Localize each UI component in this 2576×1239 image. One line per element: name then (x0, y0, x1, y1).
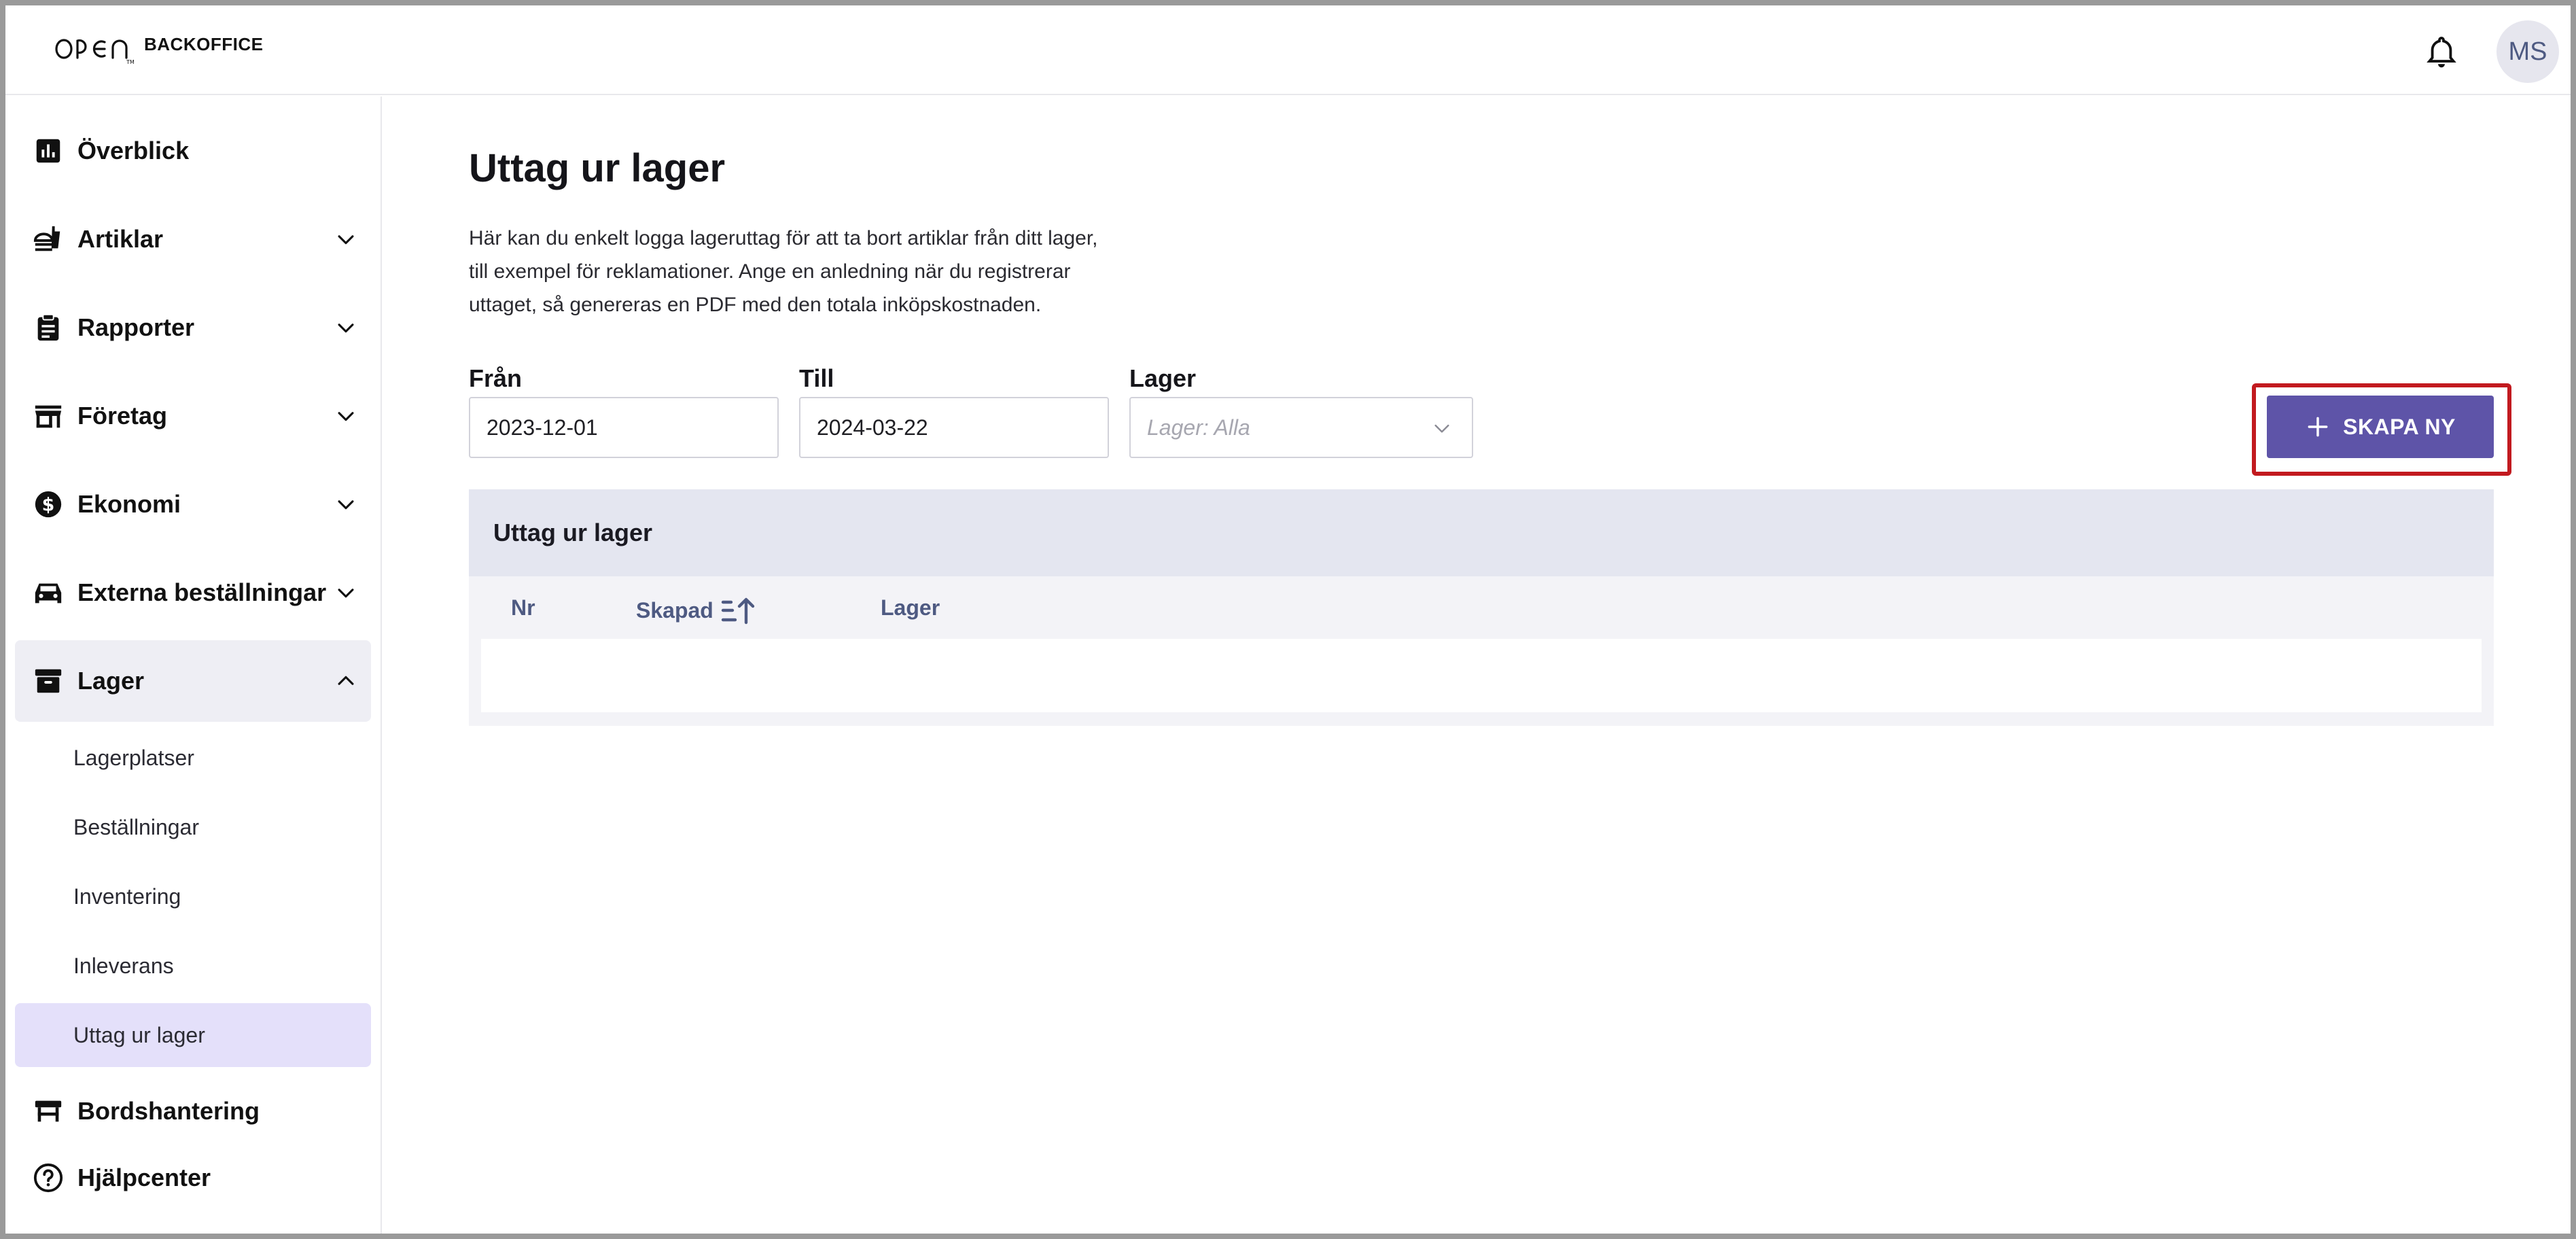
sidebar-item-label: Rapporter (77, 313, 195, 341)
sidebar-item-label: Överblick (77, 137, 190, 164)
table-title-text: Uttag ur lager (493, 519, 653, 546)
open-logo-icon: TM (55, 39, 135, 65)
archive-icon (35, 669, 62, 693)
sidebar-item-externa-bestallningar[interactable]: Externa beställningar (15, 552, 371, 633)
column-header-label: Skapad (636, 597, 713, 623)
dollar-circle-icon: $ (35, 491, 62, 518)
notification-bell-icon[interactable] (2426, 35, 2457, 69)
description-line: till exempel för reklamationer. Ange en … (469, 260, 1071, 283)
sidebar-item-label: Lager (77, 667, 145, 695)
svg-text:$: $ (42, 495, 55, 516)
chevron-down-icon[interactable] (334, 316, 357, 339)
app-window: TM BACKOFFICE MS Överblick Artiklar Rappor… (5, 5, 2571, 1234)
warehouse-label: Lager (1129, 364, 1197, 392)
store-icon (35, 405, 62, 428)
clipboard-icon (37, 313, 59, 341)
car-icon (35, 583, 62, 604)
top-bar: TM BACKOFFICE MS (5, 5, 2571, 95)
create-new-label: SKAPA NY (2343, 414, 2456, 439)
chevron-up-icon[interactable] (334, 669, 357, 693)
logo[interactable]: TM BACKOFFICE (54, 31, 263, 69)
table-icon (35, 1100, 62, 1122)
create-new-button[interactable]: SKAPA NY (2267, 396, 2494, 458)
table-title: Uttag ur lager (469, 489, 2494, 576)
sidebar-subitem-label: Uttag ur lager (73, 1022, 205, 1047)
chevron-down-icon[interactable] (334, 228, 357, 251)
sidebar-item-foretag[interactable]: Företag (15, 375, 371, 457)
logo-text: BACKOFFICE (144, 34, 264, 54)
chevron-down-icon[interactable] (334, 404, 357, 427)
sidebar-item-hjalpcenter[interactable]: Hjälpcenter (15, 1147, 371, 1208)
from-date-input[interactable]: 2023-12-01 (469, 397, 779, 458)
column-header-skapad[interactable]: Skapad (636, 595, 756, 625)
column-header-lager[interactable]: Lager (881, 595, 940, 621)
sidebar-item-label: Ekonomi (77, 490, 181, 518)
to-date-value: 2024-03-22 (817, 415, 928, 440)
fastfood-icon (33, 226, 60, 251)
help-circle-icon (33, 1163, 63, 1193)
description-line: uttaget, så genereras en PDF med den tot… (469, 294, 1042, 316)
description-line: Här kan du enkelt logga lageruttag för a… (469, 227, 1098, 249)
sidebar-subitem-inleverans[interactable]: Inleverans (15, 934, 371, 998)
to-label: Till (799, 364, 834, 392)
from-date-value: 2023-12-01 (487, 415, 598, 440)
sidebar-item-label: Bordshantering (77, 1097, 260, 1125)
withdrawals-table-card: Uttag ur lager Nr Skapad Lager (469, 489, 2494, 726)
column-header-label: Nr (511, 595, 535, 620)
sidebar: Överblick Artiklar Rapporter Företag $ Ekonom… (5, 97, 382, 1234)
sidebar-item-label: Artiklar (77, 225, 164, 253)
sidebar-subitem-bestallningar[interactable]: Beställningar (15, 795, 371, 859)
sidebar-subitem-label: Inventering (73, 884, 181, 909)
column-header-label: Lager (881, 595, 940, 620)
sidebar-subitem-uttag-ur-lager[interactable]: Uttag ur lager (15, 1003, 371, 1067)
svg-text:TM: TM (126, 59, 135, 65)
page-title: Uttag ur lager (469, 146, 726, 190)
sidebar-item-artiklar[interactable]: Artiklar (15, 198, 371, 280)
avatar-initials: MS (2508, 37, 2547, 66)
warehouse-select[interactable]: Lager: Alla (1129, 397, 1473, 458)
sidebar-item-label: Externa beställningar (77, 578, 327, 606)
sidebar-item-ekonomi[interactable]: $ Ekonomi (15, 464, 371, 545)
sort-ascending-icon[interactable] (720, 595, 756, 625)
chevron-down-icon[interactable] (334, 581, 357, 604)
sidebar-item-bordshantering[interactable]: Bordshantering (15, 1081, 371, 1142)
user-avatar[interactable]: MS (2496, 20, 2559, 83)
chevron-down-icon (1434, 424, 1449, 433)
chevron-down-icon[interactable] (334, 493, 357, 516)
table-body-empty (481, 639, 2482, 712)
sidebar-item-overblick[interactable]: Överblick (15, 110, 371, 192)
from-label: Från (469, 364, 523, 392)
column-header-nr[interactable]: Nr (511, 595, 535, 621)
sidebar-subitem-lagerplatser[interactable]: Lagerplatser (15, 726, 371, 790)
sidebar-subitem-inventering[interactable]: Inventering (15, 865, 371, 928)
sidebar-item-lager[interactable]: Lager (15, 640, 371, 722)
bar-chart-icon (36, 139, 60, 163)
sidebar-subitem-label: Beställningar (73, 814, 199, 839)
sidebar-item-rapporter[interactable]: Rapporter (15, 287, 371, 368)
sidebar-item-label: Hjälpcenter (77, 1164, 211, 1191)
warehouse-placeholder: Lager: Alla (1147, 415, 1250, 440)
to-date-input[interactable]: 2024-03-22 (799, 397, 1109, 458)
sidebar-subitem-label: Inleverans (73, 953, 174, 978)
sidebar-subitem-label: Lagerplatser (73, 745, 194, 770)
sidebar-item-label: Företag (77, 402, 168, 430)
plus-icon (2308, 417, 2328, 437)
page-description: Här kan du enkelt logga lageruttag för a… (469, 222, 1189, 321)
